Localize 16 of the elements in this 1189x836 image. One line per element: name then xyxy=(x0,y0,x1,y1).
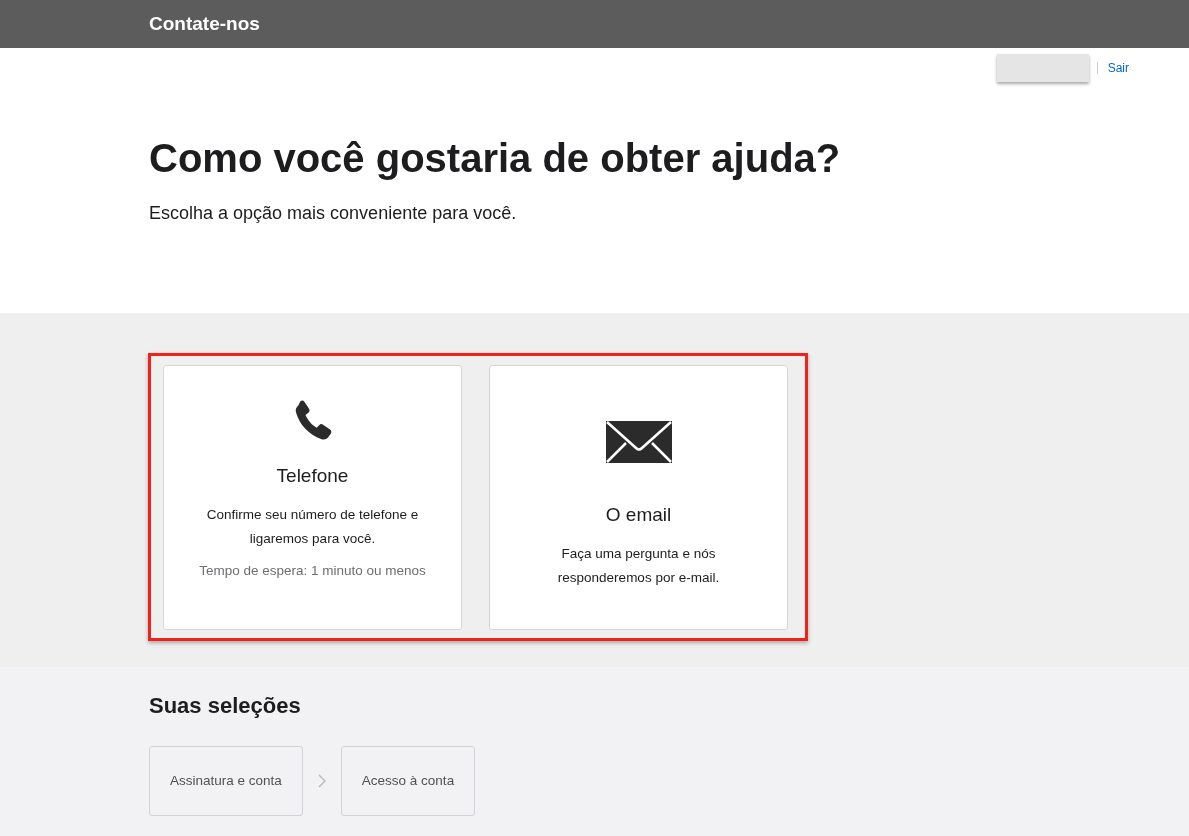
contact-option-card[interactable]: O email Faça uma pergunta e nós responderemos por e-mail. xyxy=(489,365,788,630)
page-heading: Como você gostaria de obter ajuda? xyxy=(149,135,842,182)
section-heading: Suas seleções xyxy=(149,692,302,720)
sign-out-link[interactable]: Sair xyxy=(1107,59,1129,77)
page-subtitle: Escolha a opção mais conveniente para você. xyxy=(149,202,518,225)
option-title: Telefone xyxy=(276,464,349,488)
option-description: Confirme seu número de telefone e ligaremos para você. xyxy=(205,505,420,548)
envelope-icon xyxy=(605,421,672,463)
option-description: Faça uma pergunta e nós responderemos por e-mail. xyxy=(556,544,721,587)
option-title: O email xyxy=(605,503,672,527)
chevron-icon xyxy=(317,774,326,788)
page-title: Contate-nos xyxy=(149,11,260,36)
selection-step[interactable]: Assinatura e conta xyxy=(149,746,303,816)
wait-time-note: Tempo de espera: 1 minuto ou menos xyxy=(199,561,426,580)
contact-option-card[interactable]: Telefone Confirme seu número de telefone e ligaremos para você. Tempo de espera: 1 minuto ou menos xyxy=(163,365,462,630)
selection-step[interactable]: Acesso à conta xyxy=(340,746,476,816)
